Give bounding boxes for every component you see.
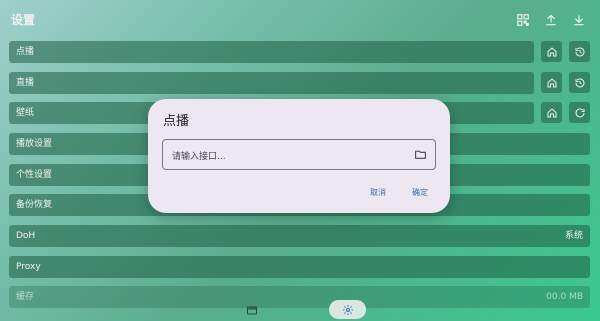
input-placeholder: 请输入接口... — [172, 152, 226, 162]
api-dialog: 点播 请输入接口... 取消 确定 — [148, 99, 450, 213]
cancel-button[interactable]: 取消 — [370, 187, 386, 198]
confirm-button[interactable]: 确定 — [412, 187, 428, 198]
api-url-input[interactable]: 请输入接口... — [162, 139, 436, 170]
folder-icon[interactable] — [414, 148, 427, 161]
dialog-title: 点播 — [163, 114, 190, 129]
